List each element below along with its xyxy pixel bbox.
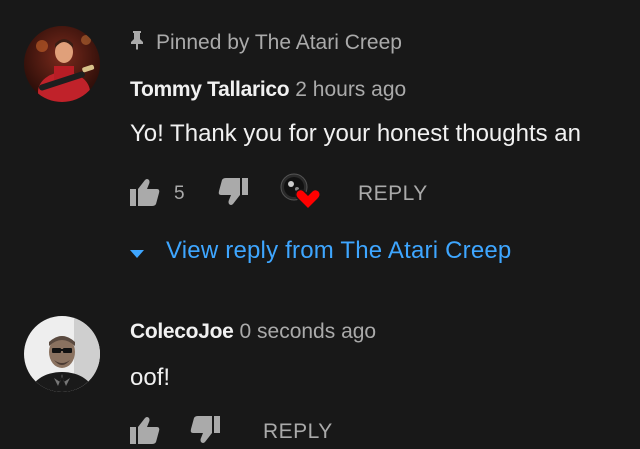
comment-time[interactable]: 2 hours ago [295,78,406,101]
avatar-image [24,316,100,392]
reply-button[interactable]: REPLY [263,416,333,448]
thumbs-down-icon [218,177,248,211]
thumbs-up-icon [130,416,160,449]
pinned-indicator: Pinned by The Atari Creep [130,30,402,56]
view-replies-label: View reply from The Atari Creep [166,237,512,264]
comment: ColecoJoe 0 seconds ago oof! REPLY [0,300,640,444]
creator-heart [280,173,322,211]
avatar[interactable] [24,26,100,102]
thumbs-up-icon [130,178,160,211]
avatar-image [24,26,100,102]
pinned-comment: Pinned by The Atari Creep Tommy Tallaric… [0,0,640,300]
reply-button[interactable]: REPLY [358,178,428,210]
dislike-button[interactable] [190,415,220,449]
creator-heart-icon [280,173,322,211]
comment-actions: REPLY [130,415,640,449]
pin-icon [130,30,144,56]
author-name[interactable]: ColecoJoe [130,320,234,343]
like-button[interactable] [130,416,160,448]
dislike-button[interactable] [218,177,248,211]
comment-text: oof! [130,364,171,391]
comment-header: ColecoJoe 0 seconds ago [130,320,376,344]
comment-time[interactable]: 0 seconds ago [240,320,377,343]
like-button[interactable] [130,178,160,210]
pinned-label: Pinned by The Atari Creep [156,31,402,54]
view-replies-button[interactable]: View reply from The Atari Creep [130,234,511,268]
author-name[interactable]: Tommy Tallarico [130,78,290,101]
thumbs-down-icon [190,415,220,449]
chevron-down-icon [130,237,144,265]
comment-text: Yo! Thank you for your honest thoughts a… [130,120,581,147]
comment-actions: 5 REPLY [130,173,640,211]
like-count: 5 [174,183,185,204]
comment-header: Tommy Tallarico 2 hours ago [130,78,406,102]
avatar[interactable] [24,316,100,392]
